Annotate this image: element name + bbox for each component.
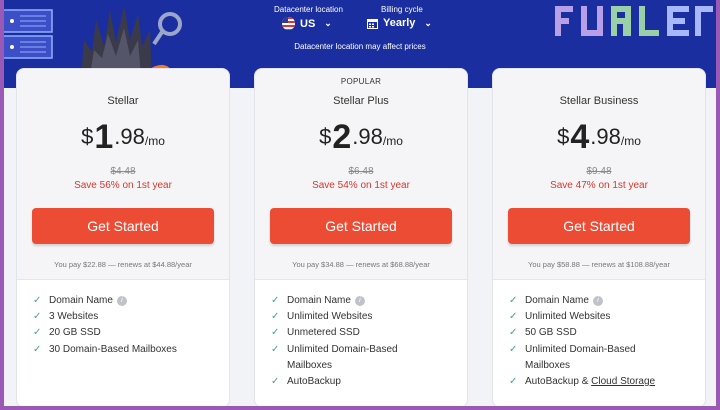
price-whole: 2 <box>332 118 352 156</box>
feature-item: ✓ AutoBackup & Cloud Storage <box>509 374 695 390</box>
billing-label: Billing cycle <box>381 5 423 14</box>
feature-item: ✓ 30 Domain-Based Mailboxes <box>33 342 219 358</box>
check-icon: ✓ <box>33 311 42 323</box>
check-icon: ✓ <box>33 295 42 306</box>
datacenter-note: Datacenter location may affect prices <box>294 42 426 51</box>
feature-item: ✓ 20 GB SSD <box>33 325 219 341</box>
feature-item: ✓ Domain Name i <box>509 293 695 309</box>
price-cents: .98 <box>590 124 621 149</box>
calendar-icon <box>367 18 378 29</box>
chevron-down-icon: ⌄ <box>424 17 432 28</box>
feature-item: ✓ Unlimited Domain-Based <box>509 342 695 358</box>
plan-name: Stellar <box>107 95 139 107</box>
renewal-note: You pay $58.88 — renews at $108.88/year <box>528 260 670 269</box>
popular-badge: POPULAR <box>340 77 382 86</box>
price-period: /mo <box>382 134 403 148</box>
feature-item-continued: Mailboxes <box>525 359 571 371</box>
plan-card-stellar: Stellar $ 1 .98 /mo $4.48 Save 56% on 1s… <box>16 68 230 406</box>
us-flag-icon <box>282 17 295 30</box>
price-currency: $ <box>557 124 570 149</box>
plan-price: $ 2 .98 /mo <box>255 119 467 155</box>
check-icon: ✓ <box>509 327 518 339</box>
plan-name: Stellar Plus <box>333 95 389 107</box>
feature-item-continued: Mailboxes <box>287 359 333 371</box>
price-whole: 1 <box>94 118 114 156</box>
server-rack-illustration <box>4 9 53 59</box>
get-started-button[interactable]: Get Started <box>508 208 690 244</box>
check-icon: ✓ <box>271 376 280 388</box>
feature-item: ✓ Unlimited Websites <box>509 309 695 325</box>
plan-card-stellar-business: Stellar Business $ 4 .98 /mo $9.48 Save … <box>492 68 706 406</box>
old-price: $6.48 <box>348 166 374 177</box>
plan-price: $ 1 .98 /mo <box>17 119 229 155</box>
billing-value: Yearly <box>383 17 416 29</box>
check-icon: ✓ <box>271 295 280 306</box>
price-period: /mo <box>144 134 165 148</box>
chevron-down-icon: ⌄ <box>324 18 332 28</box>
pixel-art-decoration <box>555 6 713 36</box>
price-currency: $ <box>81 124 94 149</box>
plan-price: $ 4 .98 /mo <box>493 119 705 155</box>
feature-item: ✓ Domain Name i <box>271 293 457 309</box>
info-icon[interactable]: i <box>354 296 365 306</box>
plan-card-stellar-plus: POPULAR Stellar Plus $ 2 .98 /mo $6.48 S… <box>254 68 468 406</box>
feature-item: ✓ Domain Name i <box>33 293 219 309</box>
price-currency: $ <box>319 124 332 149</box>
old-price: $4.48 <box>110 166 136 177</box>
location-selector[interactable]: US ⌄ <box>282 17 332 30</box>
feature-item: ✓ Unmetered SSD <box>271 325 457 341</box>
get-started-button[interactable]: Get Started <box>32 208 214 244</box>
check-icon: ✓ <box>271 343 280 355</box>
plan-name: Stellar Business <box>559 95 639 107</box>
info-icon[interactable]: i <box>116 296 127 306</box>
feature-list: ✓ Domain Name i ✓ Unlimited Websites ✓ 50 GB… <box>509 293 695 390</box>
check-icon: ✓ <box>271 311 280 323</box>
price-whole: 4 <box>570 118 590 156</box>
old-price: $9.48 <box>586 166 612 177</box>
info-icon[interactable]: i <box>592 296 603 306</box>
get-started-button[interactable]: Get Started <box>270 208 452 244</box>
renewal-note: You pay $22.88 — renews at $44.88/year <box>54 260 192 269</box>
feature-list: ✓ Domain Name i ✓ 3 Websites ✓ 20 GB SSD ✓ 30… <box>33 293 219 358</box>
feature-item: ✓ AutoBackup <box>271 374 457 390</box>
renewal-note: You pay $34.88 — renews at $68.88/year <box>292 260 430 269</box>
pricing-page: Datacenter location US ⌄ Billing cycle Y… <box>4 0 716 406</box>
check-icon: ✓ <box>509 343 518 355</box>
location-value: US <box>300 17 316 30</box>
check-icon: ✓ <box>33 327 42 339</box>
check-icon: ✓ <box>509 376 518 388</box>
feature-item: ✓ Unlimited Websites <box>271 309 457 325</box>
feature-list: ✓ Domain Name i ✓ Unlimited Websites ✓ Unmet… <box>271 293 457 390</box>
feature-item: ✓ 3 Websites <box>33 309 219 325</box>
price-cents: .98 <box>114 124 145 149</box>
price-cents: .98 <box>352 124 383 149</box>
location-label: Datacenter location <box>274 5 343 14</box>
feature-item: ✓ Unlimited Domain-Based <box>271 342 457 358</box>
check-icon: ✓ <box>509 295 518 306</box>
savings-text: Save 47% on 1st year <box>550 180 648 191</box>
cloud-storage-link[interactable]: Cloud Storage <box>591 376 655 387</box>
savings-text: Save 54% on 1st year <box>312 180 410 191</box>
check-icon: ✓ <box>509 311 518 323</box>
savings-text: Save 56% on 1st year <box>74 180 172 191</box>
check-icon: ✓ <box>271 327 280 339</box>
billing-cycle-selector[interactable]: Yearly ⌄ <box>367 17 432 29</box>
price-period: /mo <box>620 134 641 148</box>
feature-item: ✓ 50 GB SSD <box>509 325 695 341</box>
check-icon: ✓ <box>33 343 42 355</box>
